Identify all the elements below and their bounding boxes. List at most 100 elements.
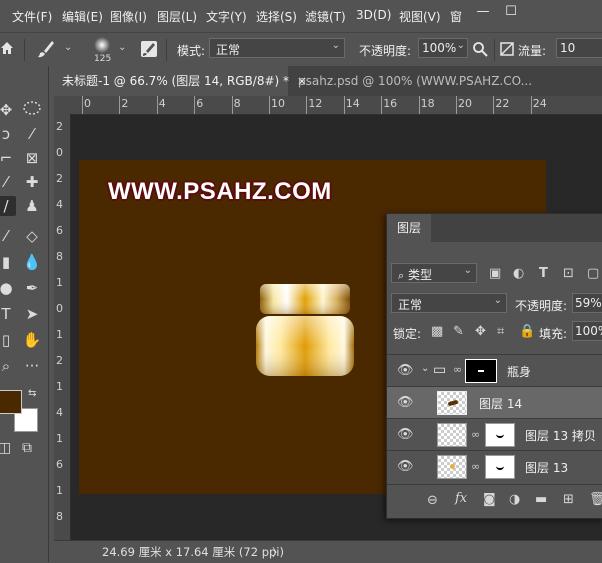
fill-input[interactable]: 100%: [572, 321, 602, 341]
lock-all-icon[interactable]: 🔒: [519, 324, 535, 339]
pressure-opacity-icon[interactable]: [472, 41, 488, 57]
screen-mode-icon[interactable]: ⧉: [22, 440, 32, 456]
brush-tool-icon[interactable]: [36, 39, 56, 59]
move-tool-icon[interactable]: ✥: [0, 100, 16, 120]
gradient-tool-icon[interactable]: ▮: [0, 252, 16, 272]
eye-icon[interactable]: 👁: [397, 459, 414, 474]
layer-row-group[interactable]: 👁 ⌄ ▭ ∞ 瓶身: [387, 354, 602, 386]
zoom-tool-icon[interactable]: ⌕: [0, 356, 16, 376]
chevron-down-icon[interactable]: ⌄: [64, 42, 72, 53]
filter-type-icon[interactable]: T: [539, 266, 548, 281]
ruler-tick-label: 8: [56, 510, 63, 523]
crop-tool-icon[interactable]: ⌐: [0, 148, 16, 168]
menu-image[interactable]: 图像(I): [110, 8, 147, 25]
menu-type[interactable]: 文字(Y): [206, 8, 247, 25]
path-select-icon[interactable]: ➤: [22, 304, 42, 324]
menu-window[interactable]: 窗: [450, 8, 462, 25]
brush-preset-icon[interactable]: [90, 36, 114, 56]
lock-position-icon[interactable]: ✥: [475, 324, 486, 339]
blur-tool-icon[interactable]: 💧: [22, 252, 42, 272]
tab-untitled-1[interactable]: 未标题-1 @ 66.7% (图层 14, RGB/8#) * ×: [54, 66, 307, 96]
layer-kind-filter[interactable]: ⌕ 类型 ⌄: [391, 263, 477, 283]
eye-icon[interactable]: 👁: [397, 363, 414, 378]
stamp-tool-icon[interactable]: ♟: [22, 196, 42, 216]
layer-opacity-input[interactable]: 59%: [572, 293, 602, 313]
status-menu-arrow[interactable]: 〉: [272, 544, 283, 560]
brush-tool-icon[interactable]: /: [0, 196, 16, 216]
foreground-color-swatch[interactable]: [0, 390, 22, 414]
flow-input[interactable]: 10: [556, 38, 602, 58]
brush-panel-icon[interactable]: [140, 40, 158, 58]
ruler-tick-label: 8: [233, 97, 241, 110]
lock-transparent-icon[interactable]: ▩: [431, 324, 443, 339]
folder-icon: ▭: [433, 362, 447, 378]
quick-mask-icon[interactable]: ◫: [0, 440, 11, 456]
eye-icon[interactable]: 👁: [397, 395, 414, 410]
link-icon: ∞: [471, 428, 481, 441]
eyedropper-icon[interactable]: ⁄: [0, 172, 16, 192]
ruler-tick: [231, 96, 233, 114]
link-icon: ∞: [471, 460, 481, 473]
history-brush-icon[interactable]: ⁄: [0, 226, 16, 246]
pen-tool-icon[interactable]: ✒: [22, 278, 42, 298]
menu-filter[interactable]: 滤镜(T): [305, 8, 346, 25]
eye-icon[interactable]: 👁: [397, 427, 414, 442]
shape-tool-icon[interactable]: ▯: [0, 330, 16, 350]
marquee-tool-icon[interactable]: [22, 100, 42, 120]
lasso-tool-icon[interactable]: ↄ: [0, 124, 16, 144]
eraser-tool-icon[interactable]: ◇: [22, 226, 42, 246]
chevron-down-icon[interactable]: ⌄: [118, 42, 126, 53]
layer-row[interactable]: 👁 ∞ 图层 13: [387, 450, 602, 482]
menu-3d[interactable]: 3D(D): [356, 8, 391, 22]
chevron-down-icon[interactable]: ⌄: [421, 363, 429, 374]
mode-select[interactable]: 正常 ⌄: [209, 38, 345, 58]
type-tool-icon[interactable]: T: [0, 304, 16, 324]
dodge-tool-icon[interactable]: ●: [0, 278, 16, 298]
swap-colors-icon[interactable]: ⇆: [28, 388, 36, 399]
hand-tool-icon[interactable]: ✋: [22, 330, 42, 350]
blend-mode-select[interactable]: 正常 ⌄: [391, 293, 507, 313]
menu-edit[interactable]: 编辑(E): [62, 8, 103, 25]
filter-adjustment-icon[interactable]: ◐: [513, 266, 524, 281]
new-layer-icon[interactable]: ⊞: [563, 492, 574, 507]
filter-pixel-icon[interactable]: ▣: [489, 266, 501, 281]
home-icon[interactable]: [0, 40, 14, 58]
menu-select[interactable]: 选择(S): [256, 8, 297, 25]
layer-opacity-label: 不透明度:: [515, 299, 568, 313]
ruler-tick-label: 0: [56, 302, 63, 315]
fx-icon[interactable]: fx: [455, 491, 467, 506]
frame-tool-icon[interactable]: ⊠: [22, 148, 42, 168]
chevron-down-icon: ⌄: [456, 40, 465, 51]
menu-layer[interactable]: 图层(L): [157, 8, 197, 25]
more-tools-icon[interactable]: ···: [22, 356, 42, 376]
ruler-tick-label: 4: [158, 97, 166, 110]
lock-artboard-icon[interactable]: ⌗: [497, 324, 504, 339]
layer-row-selected[interactable]: 👁 图层 14: [387, 386, 602, 418]
ruler-tick-label: 24: [532, 97, 547, 110]
menu-view[interactable]: 视图(V): [399, 8, 441, 25]
menu-file[interactable]: 文件(F): [12, 8, 52, 25]
adjustment-layer-icon[interactable]: ◑: [509, 492, 520, 507]
menu-bar: 文件(F) 编辑(E) 图像(I) 图层(L) 文字(Y) 选择(S) 滤镜(T…: [0, 0, 602, 32]
tab-layers[interactable]: 图层: [387, 214, 432, 242]
maximize-button[interactable]: ☐: [500, 4, 522, 20]
flow-icon[interactable]: [500, 42, 514, 56]
layer-name: 瓶身: [507, 365, 532, 379]
filter-shape-icon[interactable]: ⊡: [563, 266, 574, 281]
magic-wand-icon[interactable]: ⁄: [22, 124, 42, 144]
filter-smart-object-icon[interactable]: ▢: [587, 266, 599, 281]
lock-pixels-icon[interactable]: ✎: [453, 324, 464, 339]
chevron-down-icon: ⌄: [493, 295, 502, 306]
chevron-down-icon: ⌄: [331, 40, 340, 51]
trash-icon[interactable]: 🗑: [589, 492, 602, 507]
opacity-label: 不透明度:: [359, 44, 412, 58]
new-group-icon[interactable]: ▬: [535, 492, 547, 507]
opacity-input[interactable]: 100% ⌄: [418, 38, 468, 58]
divider: [24, 39, 25, 61]
add-mask-icon[interactable]: ◙: [483, 492, 496, 507]
healing-brush-icon[interactable]: ✚: [22, 172, 42, 192]
link-layers-icon[interactable]: ⊖: [427, 493, 438, 508]
layer-row[interactable]: 👁 ∞ 图层 13 拷贝: [387, 418, 602, 450]
tab-psahz[interactable]: psahz.psd @ 100% (WWW.PSAHZ.CO...: [290, 66, 532, 96]
minimize-button[interactable]: —: [472, 4, 494, 20]
